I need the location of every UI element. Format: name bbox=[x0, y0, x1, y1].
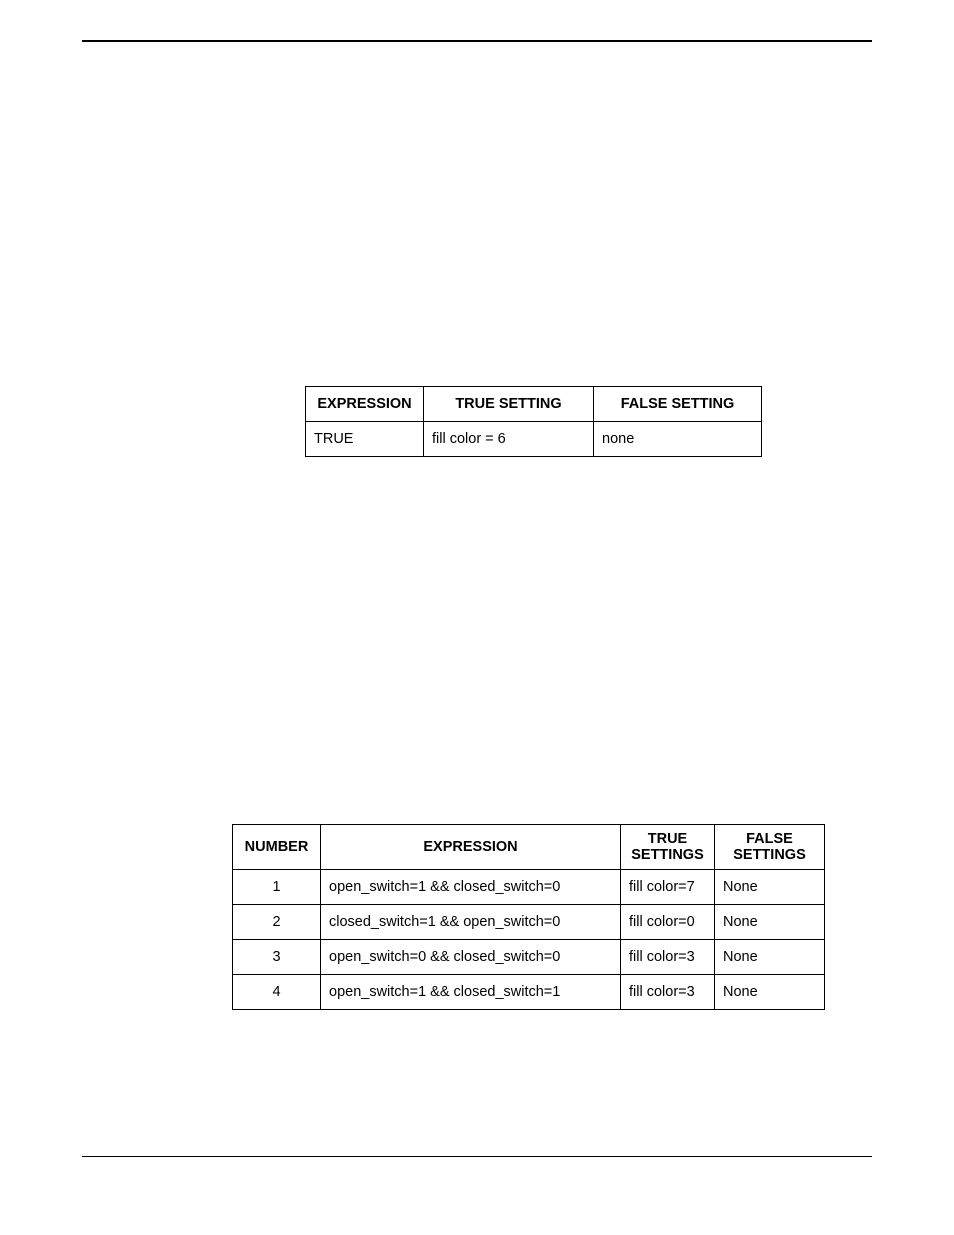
expression-table-simple: EXPRESSION TRUE SETTING FALSE SETTING TR… bbox=[305, 386, 762, 457]
table-row: 3 open_switch=0 && closed_switch=0 fill … bbox=[233, 940, 825, 975]
table-row: 1 open_switch=1 && closed_switch=0 fill … bbox=[233, 870, 825, 905]
cell-number: 3 bbox=[233, 940, 321, 975]
col-header-true-settings: TRUE SETTINGS bbox=[621, 825, 715, 870]
cell-true-settings: fill color=3 bbox=[621, 940, 715, 975]
col-header-true-setting: TRUE SETTING bbox=[424, 387, 594, 422]
table-header-row: NUMBER EXPRESSION TRUE SETTINGS FALSE SE… bbox=[233, 825, 825, 870]
cell-false-settings: None bbox=[715, 940, 825, 975]
cell-expression: open_switch=1 && closed_switch=0 bbox=[321, 870, 621, 905]
cell-false-settings: None bbox=[715, 905, 825, 940]
cell-expression: open_switch=1 && closed_switch=1 bbox=[321, 975, 621, 1010]
col-header-expression: EXPRESSION bbox=[321, 825, 621, 870]
cell-number: 1 bbox=[233, 870, 321, 905]
table-row: TRUE fill color = 6 none bbox=[306, 422, 762, 457]
col-header-expression: EXPRESSION bbox=[306, 387, 424, 422]
expression-table-numbered: NUMBER EXPRESSION TRUE SETTINGS FALSE SE… bbox=[232, 824, 825, 1010]
cell-true-settings: fill color=0 bbox=[621, 905, 715, 940]
cell-expression: closed_switch=1 && open_switch=0 bbox=[321, 905, 621, 940]
col-header-false-setting: FALSE SETTING bbox=[594, 387, 762, 422]
cell-true-settings: fill color=3 bbox=[621, 975, 715, 1010]
cell-false-setting: none bbox=[594, 422, 762, 457]
table-row: 2 closed_switch=1 && open_switch=0 fill … bbox=[233, 905, 825, 940]
cell-true-settings: fill color=7 bbox=[621, 870, 715, 905]
table-row: 4 open_switch=1 && closed_switch=1 fill … bbox=[233, 975, 825, 1010]
col-header-false-settings: FALSE SETTINGS bbox=[715, 825, 825, 870]
cell-true-setting: fill color = 6 bbox=[424, 422, 594, 457]
cell-expression: open_switch=0 && closed_switch=0 bbox=[321, 940, 621, 975]
table-header-row: EXPRESSION TRUE SETTING FALSE SETTING bbox=[306, 387, 762, 422]
col-header-number: NUMBER bbox=[233, 825, 321, 870]
bottom-rule bbox=[82, 1156, 872, 1157]
cell-expression: TRUE bbox=[306, 422, 424, 457]
cell-false-settings: None bbox=[715, 975, 825, 1010]
cell-false-settings: None bbox=[715, 870, 825, 905]
top-rule bbox=[82, 40, 872, 42]
cell-number: 2 bbox=[233, 905, 321, 940]
cell-number: 4 bbox=[233, 975, 321, 1010]
